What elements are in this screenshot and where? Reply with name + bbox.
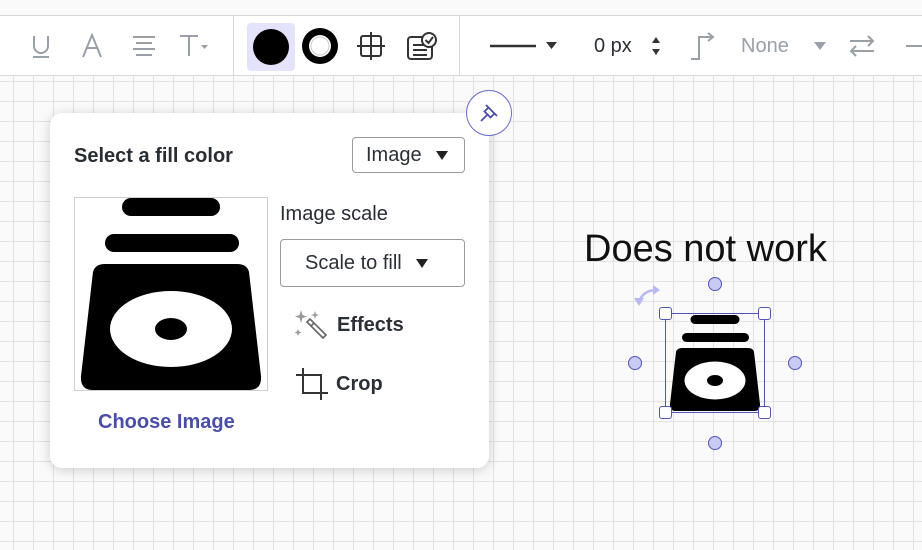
line-color-button[interactable] (300, 16, 340, 76)
image-scale-dropdown[interactable]: Scale to fill (280, 239, 465, 287)
arrow-end-dropdown[interactable]: None (741, 16, 797, 76)
text-align-icon[interactable] (130, 16, 158, 76)
effects-button[interactable]: Effects (293, 308, 404, 342)
underline-icon[interactable] (28, 16, 54, 76)
image-preview[interactable] (74, 197, 268, 391)
connection-point-top[interactable] (708, 277, 722, 291)
fill-type-dropdown[interactable]: Image (352, 137, 465, 173)
fill-type-value: Image (366, 143, 422, 166)
stroke-width-value: 0 px (594, 34, 632, 57)
connection-point-bottom[interactable] (708, 436, 722, 450)
font-color-icon[interactable] (78, 16, 106, 76)
crop-button[interactable]: Crop (296, 368, 383, 400)
crop-icon (296, 368, 328, 400)
swap-arrows-icon[interactable] (846, 16, 878, 76)
toolbar-divider (459, 16, 460, 76)
stroke-width-field[interactable]: 0 px (594, 16, 642, 76)
line-style-dropdown[interactable] (488, 16, 562, 76)
magic-wand-icon (294, 310, 328, 340)
connection-point-right[interactable] (788, 356, 802, 370)
resize-handle-top-left[interactable] (659, 307, 672, 320)
crop-frame-icon[interactable] (355, 16, 387, 76)
resize-handle-top-right[interactable] (758, 307, 771, 320)
arrow-end-chevron-icon[interactable] (812, 16, 828, 76)
pin-icon (480, 104, 498, 122)
image-scale-label: Image scale (280, 203, 388, 225)
top-trim (0, 0, 922, 15)
connection-point-left[interactable] (628, 356, 642, 370)
toolbar-divider (233, 16, 234, 76)
arrow-end-value: None (741, 34, 789, 57)
choose-image-link[interactable]: Choose Image (98, 411, 235, 434)
effects-label: Effects (337, 313, 404, 336)
crop-label: Crop (336, 372, 383, 395)
panel-title: Select a fill color (74, 145, 233, 167)
chevron-down-icon (435, 150, 448, 160)
shape-checklist-icon[interactable] (405, 16, 439, 76)
line-style-overflow-icon[interactable] (904, 16, 922, 76)
resize-handle-bottom-left[interactable] (659, 406, 672, 419)
text-style-dropdown-icon[interactable] (178, 16, 210, 76)
selection-box (665, 313, 765, 413)
fill-color-button[interactable] (247, 23, 295, 71)
toolbar: 0 px None (0, 15, 922, 76)
resize-handle-bottom-right[interactable] (758, 406, 771, 419)
tray-image-icon (80, 198, 262, 390)
chevron-down-icon (415, 258, 428, 268)
stroke-width-stepper-icon[interactable] (648, 16, 664, 76)
connector-type-icon[interactable] (686, 16, 718, 76)
image-scale-value: Scale to fill (305, 251, 402, 274)
canvas-text-label[interactable]: Does not work (584, 228, 827, 271)
pin-panel-button[interactable] (466, 90, 512, 136)
